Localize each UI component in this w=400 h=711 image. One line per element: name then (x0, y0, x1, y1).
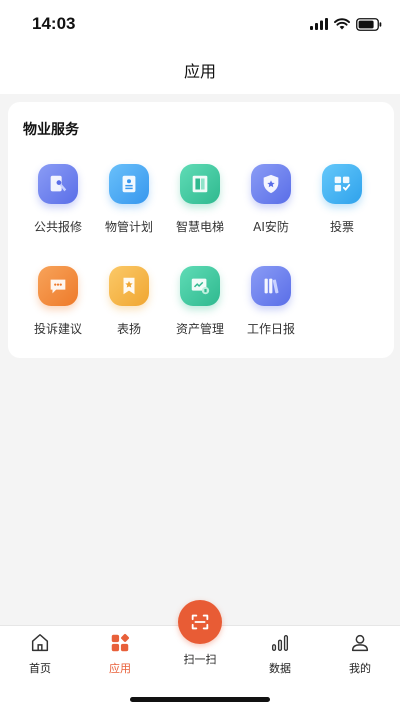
repair-icon (38, 164, 78, 204)
tab-label: 首页 (29, 662, 51, 675)
app-item-praise[interactable]: 表扬 (93, 266, 165, 337)
daily-report-icon (251, 266, 291, 306)
app-label: 公共报修 (33, 220, 82, 234)
tab-label: 应用 (109, 662, 131, 675)
asset-icon (180, 266, 220, 306)
tab-profile[interactable]: 我的 (330, 632, 390, 676)
battery-icon (356, 17, 382, 31)
signal-icon (310, 18, 328, 30)
chart-icon (271, 634, 289, 652)
app-label: 资产管理 (175, 322, 224, 336)
app-label: AI安防 (253, 220, 289, 234)
app-item-asset-management[interactable]: 资产管理 (164, 266, 236, 337)
praise-icon (109, 266, 149, 306)
wifi-icon (334, 18, 350, 30)
app-label: 投诉建议 (33, 322, 82, 336)
app-label: 智慧电梯 (175, 220, 224, 234)
user-icon (351, 634, 369, 652)
app-label: 物管计划 (104, 220, 153, 234)
plan-icon (109, 164, 149, 204)
home-icon (31, 634, 49, 652)
scan-icon (191, 614, 209, 630)
app-label: 表扬 (116, 322, 141, 336)
tab-apps[interactable]: 应用 (90, 632, 150, 676)
app-item-public-repair[interactable]: 公共报修 (22, 164, 94, 235)
tab-home[interactable]: 首页 (10, 632, 70, 676)
status-icons (310, 16, 382, 32)
scan-button[interactable] (178, 600, 222, 644)
tab-label: 我的 (349, 662, 371, 675)
complaint-icon (38, 266, 78, 306)
page-title: 应用 (0, 50, 400, 94)
app-item-vote[interactable]: 投票 (306, 164, 378, 235)
scan-label: 扫一扫 (183, 653, 217, 666)
status-bar: 14:03 (0, 0, 400, 50)
tab-data[interactable]: 数据 (250, 632, 310, 676)
security-icon (251, 164, 291, 204)
property-services-card: 物业服务 公共报修 物管计划 智慧电梯 AI安防 投票 投诉建议 表扬 资产管理… (8, 102, 394, 358)
tab-label: 数据 (269, 662, 291, 675)
app-item-complaint[interactable]: 投诉建议 (22, 266, 94, 337)
app-label: 工作日报 (246, 322, 295, 336)
elevator-icon (180, 164, 220, 204)
app-item-ai-security[interactable]: AI安防 (235, 164, 307, 235)
status-time: 14:03 (32, 14, 76, 33)
vote-icon (322, 164, 362, 204)
app-item-daily-report[interactable]: 工作日报 (235, 266, 307, 337)
app-item-smart-elevator[interactable]: 智慧电梯 (164, 164, 236, 235)
app-label: 投票 (329, 220, 354, 234)
app-item-management-plan[interactable]: 物管计划 (93, 164, 165, 235)
card-title: 物业服务 (23, 122, 79, 138)
home-indicator (130, 697, 270, 702)
apps-icon (111, 633, 130, 652)
